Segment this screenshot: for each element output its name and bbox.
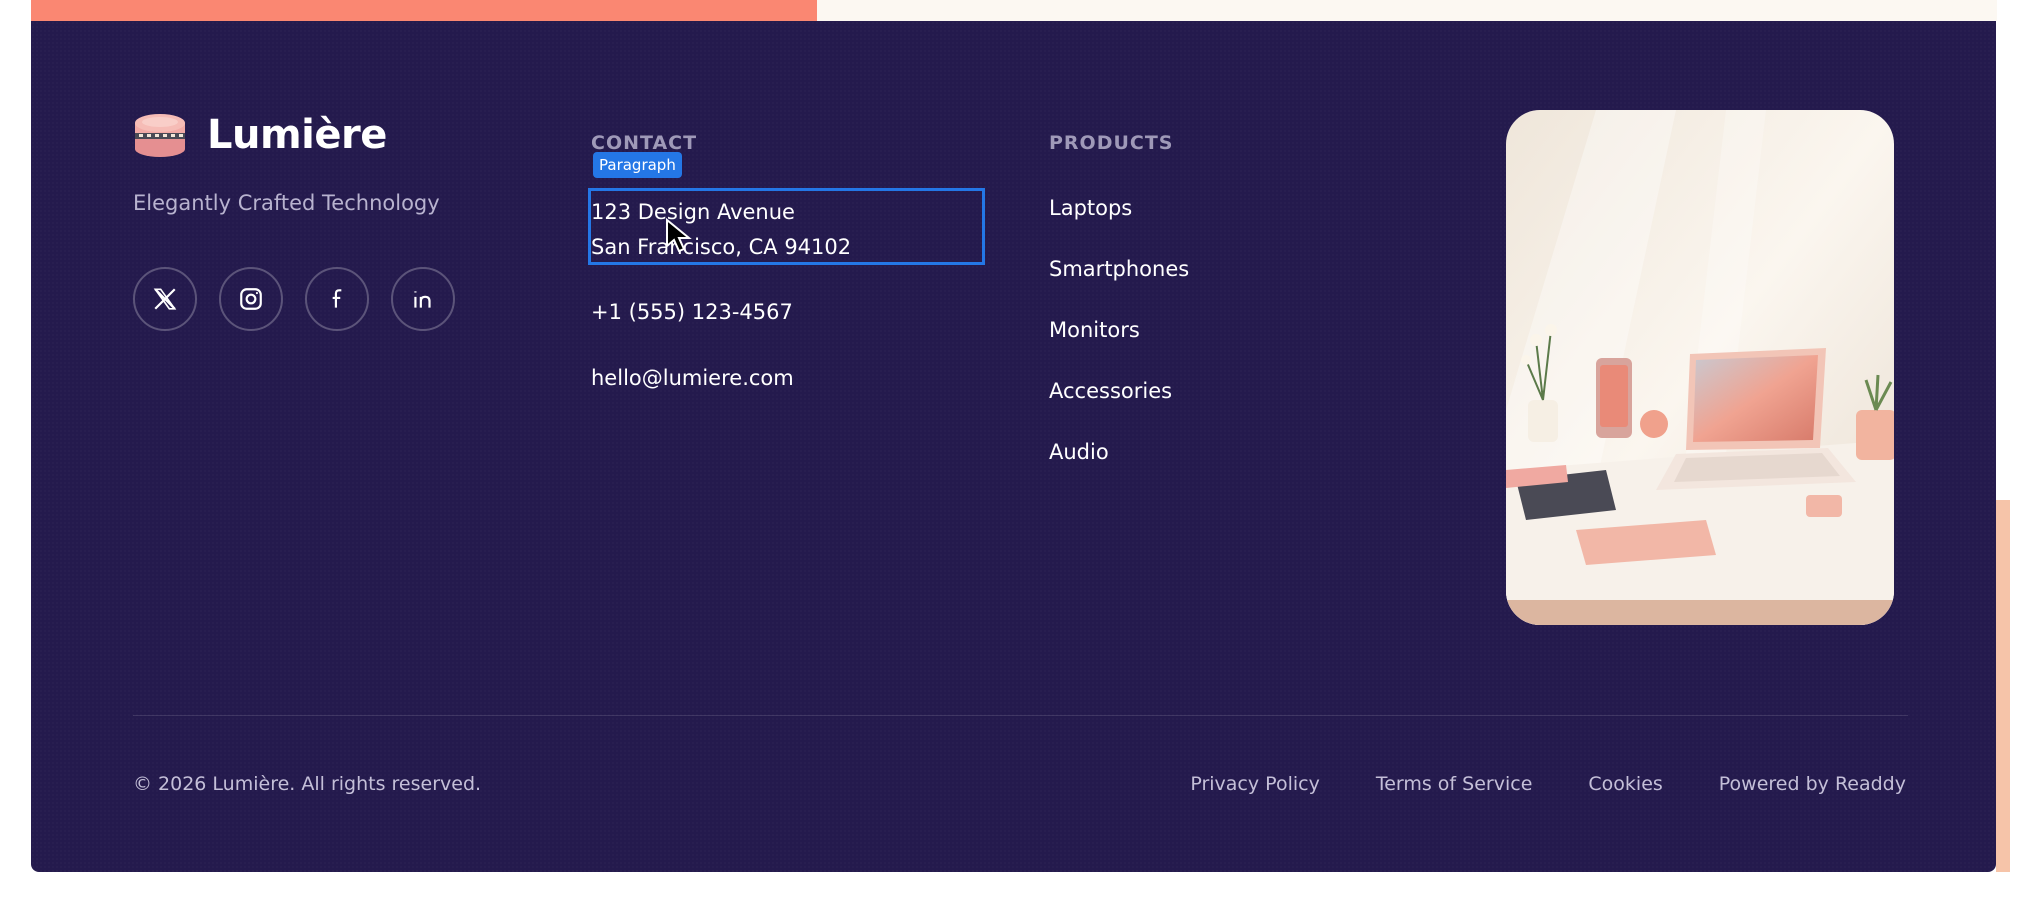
powered-by-readdy-link[interactable]: Powered by Readdy	[1719, 773, 1906, 795]
facebook-icon	[332, 289, 342, 308]
top-coral-strip	[31, 0, 817, 21]
linkedin-icon	[414, 291, 431, 308]
footer-divider	[133, 715, 1908, 716]
brand-name: Lumière	[207, 112, 387, 158]
product-link-laptops[interactable]: Laptops	[1049, 193, 1189, 254]
product-link-smartphones[interactable]: Smartphones	[1049, 254, 1189, 315]
social-linkedin-button[interactable]	[391, 267, 455, 331]
workspace-photo	[1506, 110, 1894, 625]
social-instagram-button[interactable]	[219, 267, 283, 331]
copyright-text: © 2026 Lumière. All rights reserved.	[133, 773, 482, 795]
product-link-monitors[interactable]: Monitors	[1049, 315, 1189, 376]
instagram-icon	[240, 288, 262, 310]
x-twitter-icon	[153, 288, 177, 310]
products-list: Laptops Smartphones Monitors Accessories…	[1049, 193, 1189, 498]
contact-email-link[interactable]: hello@lumiere.com	[591, 366, 794, 390]
product-link-accessories[interactable]: Accessories	[1049, 376, 1189, 437]
brand[interactable]: Lumière	[133, 111, 387, 159]
mouse-pointer-icon	[666, 218, 692, 253]
contact-phone-link[interactable]: +1 (555) 123-4567	[591, 300, 793, 324]
product-link-audio[interactable]: Audio	[1049, 437, 1189, 498]
legal-links: Privacy Policy Terms of Service Cookies …	[1190, 773, 1906, 795]
site-footer: Lumière Elegantly Crafted Technology CON…	[31, 21, 1996, 872]
products-heading: PRODUCTS	[1049, 132, 1174, 154]
address-line-2: San Francisco, CA 94102	[591, 235, 852, 259]
privacy-policy-link[interactable]: Privacy Policy	[1190, 773, 1319, 795]
editor-selection-tag[interactable]: Paragraph	[593, 152, 682, 178]
brand-tagline: Elegantly Crafted Technology	[133, 191, 440, 215]
workspace-illustration	[1506, 110, 1894, 625]
macaron-logo-icon	[135, 114, 185, 157]
top-cream-strip	[817, 0, 1997, 21]
cookies-link[interactable]: Cookies	[1588, 773, 1662, 795]
terms-of-service-link[interactable]: Terms of Service	[1376, 773, 1533, 795]
address-line-1: 123 Design Avenue	[591, 200, 795, 224]
social-x-button[interactable]	[133, 267, 197, 331]
social-links	[133, 267, 455, 331]
right-edge-accent	[1996, 500, 2010, 872]
social-facebook-button[interactable]	[305, 267, 369, 331]
contact-address[interactable]: 123 Design Avenue San Francisco, CA 9410…	[591, 195, 851, 265]
contact-heading: CONTACT	[591, 132, 698, 154]
